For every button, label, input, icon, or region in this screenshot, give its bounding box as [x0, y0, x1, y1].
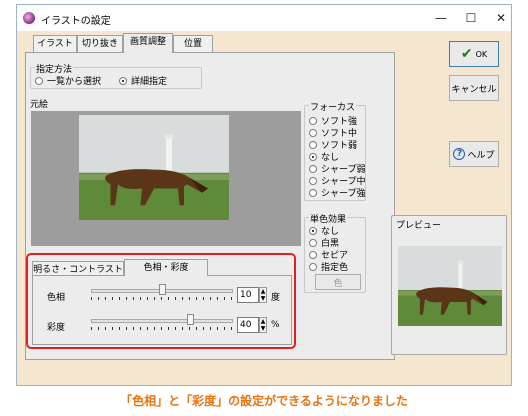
radio-detail-select[interactable]: 詳細指定	[119, 74, 167, 87]
saturation-slider[interactable]	[91, 314, 233, 334]
hue-slider[interactable]	[91, 284, 233, 304]
title-bar: イラストの設定 — ☐ ✕	[17, 5, 511, 31]
image-quality-panel: 指定方法 一覧から選択 詳細指定 元絵 フォーカス ソフト強 ソフト中 ソフト弱…	[25, 52, 395, 360]
preview-label: プレビュー	[396, 221, 442, 231]
color-button[interactable]: 色	[315, 274, 361, 290]
close-button[interactable]: ✕	[481, 5, 521, 31]
focus-group: フォーカス ソフト強 ソフト中 ソフト弱 なし シャープ弱 シャープ中 シャープ…	[304, 100, 366, 201]
selection-mode-group: 指定方法 一覧から選択 詳細指定	[30, 62, 202, 89]
preview-photo	[398, 246, 502, 326]
hue-slider-thumb[interactable]	[159, 284, 166, 295]
original-label: 元絵	[30, 100, 49, 110]
ok-button[interactable]: ✔ OK	[449, 41, 499, 67]
hue-saturation-highlight: 明るさ・コントラスト 色相・彩度 色相 10 ▲ ▼ 度 彩度 40 ▲ ▼ %	[26, 253, 296, 349]
focus-label: フォーカス	[309, 100, 357, 113]
saturation-slider-thumb[interactable]	[187, 314, 194, 325]
original-image-area	[31, 111, 301, 246]
original-photo	[79, 115, 229, 220]
saturation-label: 彩度	[47, 323, 66, 333]
mono-effect-group: 単色効果 なし 白黒 セピア 指定色 色	[304, 212, 366, 293]
radio-list-select[interactable]: 一覧から選択	[35, 74, 101, 87]
tab-image-quality[interactable]: 画質調整	[123, 33, 173, 53]
hue-value-field[interactable]: 10	[237, 287, 259, 303]
saturation-spinner[interactable]: ▲ ▼	[259, 317, 267, 333]
help-icon: ?	[453, 148, 466, 160]
check-icon: ✔	[460, 46, 473, 62]
help-button[interactable]: ? ヘルプ	[449, 141, 499, 167]
app-icon	[23, 12, 35, 24]
help-label: ヘルプ	[467, 150, 495, 161]
radio-focus-sharp-strong[interactable]: シャープ強	[309, 186, 365, 199]
saturation-unit: %	[271, 320, 280, 330]
hue-unit: 度	[271, 293, 281, 303]
tab-position[interactable]: 位置	[173, 35, 213, 52]
tab-illust[interactable]: イラスト	[33, 35, 77, 52]
settings-window: イラストの設定 — ☐ ✕ イラスト 切り抜き 画質調整 位置 指定方法 一覧か…	[16, 4, 512, 386]
subtab-hue-saturation[interactable]: 色相・彩度	[124, 259, 208, 276]
hue-spinner[interactable]: ▲ ▼	[259, 287, 267, 303]
radio-mono-custom[interactable]: 指定色	[309, 260, 348, 273]
window-title: イラストの設定	[41, 16, 111, 27]
cancel-button[interactable]: キャンセル	[449, 75, 499, 101]
hue-saturation-panel: 色相 10 ▲ ▼ 度 彩度 40 ▲ ▼ %	[32, 275, 292, 345]
tab-crop[interactable]: 切り抜き	[77, 35, 123, 52]
ok-label: OK	[475, 49, 488, 59]
saturation-value-field[interactable]: 40	[237, 317, 259, 333]
hue-label: 色相	[47, 293, 66, 303]
caption-text: 「色相」と「彩度」の設定ができるようになりました	[120, 394, 408, 408]
subtab-brightness-contrast[interactable]: 明るさ・コントラスト	[32, 261, 124, 276]
preview-group: プレビュー	[391, 215, 507, 355]
